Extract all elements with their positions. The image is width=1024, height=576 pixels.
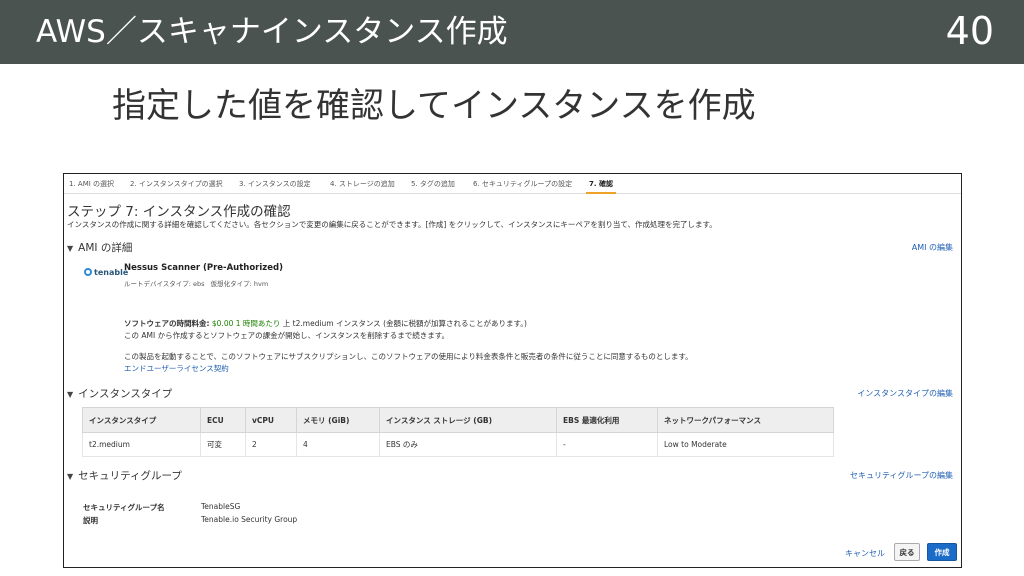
wizard-step-security-group[interactable]: 6. セキュリティグループの設定: [470, 174, 575, 194]
edit-ami-link[interactable]: AMI の編集: [912, 242, 953, 253]
wizard-step-review[interactable]: 7. 確認: [586, 174, 616, 194]
wizard-step-ami[interactable]: 1. AMI の選択: [66, 174, 117, 194]
column-header: ECU: [200, 407, 246, 433]
edit-instance-type-link[interactable]: インスタンスタイプの編集: [857, 388, 953, 399]
wizard-step-tags[interactable]: 5. タグの追加: [408, 174, 458, 194]
column-header: vCPU: [245, 407, 297, 433]
wizard-steps: 1. AMI の選択 2. インスタンスタイプの選択 3. インスタンスの設定 …: [64, 174, 961, 194]
cancel-button[interactable]: キャンセル: [845, 548, 885, 559]
wizard-step-storage[interactable]: 4. ストレージの追加: [327, 174, 398, 194]
software-pricing: ソフトウェアの時間料金: $0.00 1 時間あたり 上 t2.medium イ…: [124, 318, 527, 329]
table-cell: 2: [245, 432, 297, 457]
tenable-logo-icon: [84, 268, 92, 276]
ami-name: Nessus Scanner (Pre-Authorized): [124, 263, 283, 273]
billing-note: この AMI から作成するとソフトウェアの課金が開始し、インスタンスを削除するま…: [124, 331, 450, 340]
caret-down-icon: ▼: [67, 472, 74, 481]
table-cell: 4: [296, 432, 380, 457]
slide-number: 40: [945, 9, 994, 53]
table-header-row: インスタンスタイプ ECU vCPU メモリ (GiB) インスタンス ストレー…: [82, 407, 834, 433]
table-cell: t2.medium: [82, 432, 201, 457]
aws-console-screenshot: 1. AMI の選択 2. インスタンスタイプの選択 3. インスタンスの設定 …: [63, 173, 962, 568]
table-cell: Low to Moderate: [657, 432, 834, 457]
edit-security-group-link[interactable]: セキュリティグループの編集: [850, 470, 953, 481]
section-instance-type-heading: インスタンスタイプ: [78, 388, 173, 400]
wizard-step-instance-type[interactable]: 2. インスタンスタイプの選択: [127, 174, 226, 194]
ami-meta: ルートデバイスタイプ: ebs 仮想化タイプ: hvm: [124, 278, 272, 288]
security-group-desc-label: 説明: [83, 516, 98, 525]
table-row: t2.medium 可変 2 4 EBS のみ - Low to Moderat…: [82, 432, 834, 457]
section-instance-type[interactable]: ▼ インスタンスタイプ: [67, 386, 172, 401]
caret-down-icon: ▼: [67, 390, 74, 399]
section-ami-details[interactable]: ▼ AMI の詳細: [67, 240, 132, 255]
slide-header: AWS／スキャナインスタンス作成 40: [0, 0, 1024, 64]
column-header: インスタンス ストレージ (GB): [379, 407, 557, 433]
step-description: インスタンスの作成に関する詳細を確認してください。各セクションで変更の編集に戻る…: [67, 220, 717, 229]
instance-type-table: インスタンスタイプ ECU vCPU メモリ (GiB) インスタンス ストレー…: [82, 407, 834, 457]
column-header: インスタンスタイプ: [82, 407, 201, 433]
security-group-desc-value: Tenable.io Security Group: [201, 515, 298, 524]
caret-down-icon: ▼: [67, 244, 74, 253]
eula-link[interactable]: エンドユーザーライセンス契約: [124, 363, 229, 374]
column-header: ネットワークパフォーマンス: [657, 407, 834, 433]
table-cell: -: [556, 432, 658, 457]
pricing-value: $0.00 1 時間あたり: [211, 319, 281, 328]
tenable-logo: tenable: [84, 268, 128, 277]
subscription-note: この製品を起動することで、このソフトウェアにサブスクリプションし、このソフトウェ…: [124, 352, 693, 361]
back-button[interactable]: 戻る: [894, 543, 920, 561]
root-device-type: ルートデバイスタイプ: ebs: [124, 280, 205, 288]
pricing-label: ソフトウェアの時間料金:: [124, 319, 210, 328]
slide-subtitle: 指定した値を確認してインスタンスを作成: [112, 86, 756, 126]
table-cell: EBS のみ: [379, 432, 557, 457]
security-group-name-label: セキュリティグループ名: [83, 503, 165, 512]
create-button[interactable]: 作成: [927, 543, 957, 561]
section-security-group-heading: セキュリティグループ: [78, 470, 182, 482]
section-ami-heading: AMI の詳細: [78, 242, 133, 254]
security-group-name-value: TenableSG: [201, 502, 241, 511]
step-title: ステップ 7: インスタンス作成の確認: [67, 204, 291, 220]
table-cell: 可変: [200, 432, 246, 457]
section-security-group[interactable]: ▼ セキュリティグループ: [67, 468, 182, 483]
column-header: メモリ (GiB): [296, 407, 380, 433]
column-header: EBS 最適化利用: [556, 407, 658, 433]
slide-title: AWS／スキャナインスタンス作成: [36, 14, 508, 50]
pricing-detail: 上 t2.medium インスタンス (金額に税額が加算されることがあります。): [282, 319, 527, 328]
virtualization-type: 仮想化タイプ: hvm: [210, 280, 269, 288]
wizard-step-configure[interactable]: 3. インスタンスの設定: [236, 174, 314, 194]
